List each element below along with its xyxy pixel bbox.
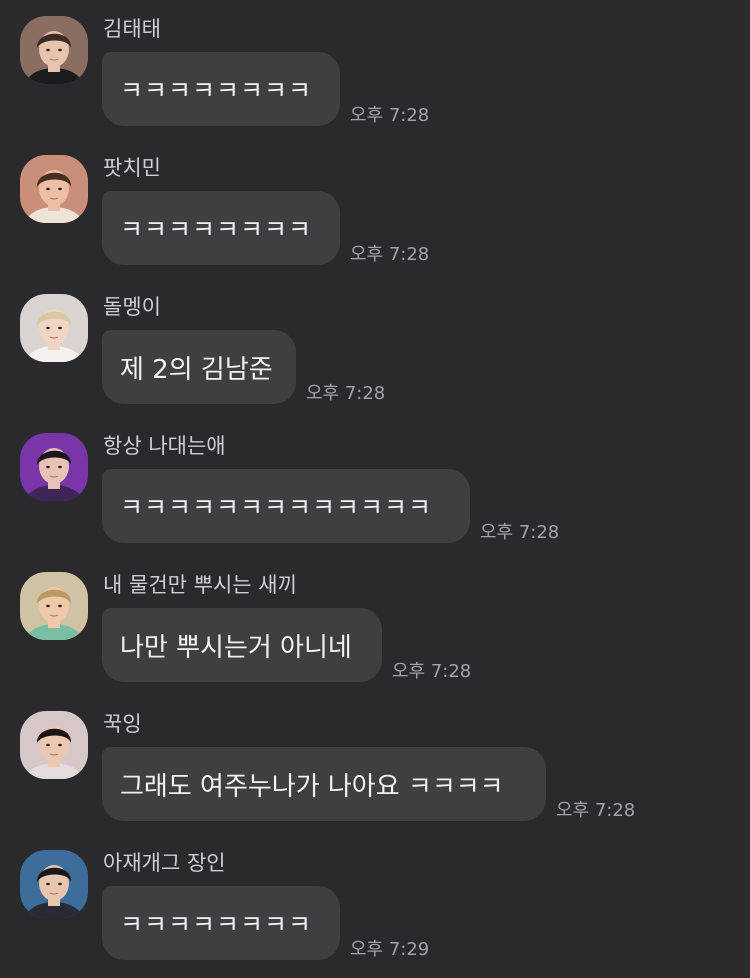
message-timestamp: 오후 7:28 (480, 522, 560, 543)
message-timestamp: 오후 7:28 (350, 244, 430, 265)
avatar[interactable] (20, 433, 88, 501)
message-row: 그래도 여주누나가 나아요 ㅋㅋㅋㅋ 오후 7:28 (102, 747, 635, 821)
message-bubble[interactable]: 나만 뿌시는거 아니네 (102, 608, 382, 682)
message-bubble[interactable]: ㅋㅋㅋㅋㅋㅋㅋㅋㅋㅋㅋㅋㅋ (102, 469, 470, 543)
message-bubble[interactable]: 제 2의 김남준 (102, 330, 296, 404)
message-timestamp: 오후 7:29 (350, 939, 430, 960)
message-bubble[interactable]: 그래도 여주누나가 나아요 ㅋㅋㅋㅋ (102, 747, 546, 821)
avatar[interactable] (20, 16, 88, 84)
message-row: ㅋㅋㅋㅋㅋㅋㅋㅋㅋㅋㅋㅋㅋ 오후 7:28 (102, 469, 559, 543)
chat-message: 꾹잉 그래도 여주누나가 나아요 ㅋㅋㅋㅋ 오후 7:28 (0, 695, 750, 834)
avatar[interactable] (20, 850, 88, 918)
chat-message: 아재개그 장인 ㅋㅋㅋㅋㅋㅋㅋㅋ 오후 7:29 (0, 834, 750, 973)
avatar[interactable] (20, 155, 88, 223)
message-timestamp: 오후 7:28 (392, 661, 472, 682)
sender-name: 항상 나대는애 (103, 434, 226, 458)
message-row: 나만 뿌시는거 아니네 오후 7:28 (102, 608, 471, 682)
message-row: 제 2의 김남준 오후 7:28 (102, 330, 385, 404)
avatar[interactable] (20, 711, 88, 779)
sender-name: 아재개그 장인 (103, 851, 226, 875)
profile-photo (20, 294, 88, 362)
chat-message: 내 물건만 뿌시는 새끼 나만 뿌시는거 아니네 오후 7:28 (0, 556, 750, 695)
chat-message: 팟치민 ㅋㅋㅋㅋㅋㅋㅋㅋ 오후 7:28 (0, 139, 750, 278)
chat-message: 김태태 ㅋㅋㅋㅋㅋㅋㅋㅋ 오후 7:28 (0, 0, 750, 139)
avatar[interactable] (20, 294, 88, 362)
message-bubble[interactable]: ㅋㅋㅋㅋㅋㅋㅋㅋ (102, 52, 340, 126)
message-row: ㅋㅋㅋㅋㅋㅋㅋㅋ 오후 7:29 (102, 886, 429, 960)
profile-photo (20, 16, 88, 84)
sender-name: 꾹잉 (103, 712, 142, 736)
message-bubble[interactable]: ㅋㅋㅋㅋㅋㅋㅋㅋ (102, 191, 340, 265)
chat-message: 항상 나대는애 ㅋㅋㅋㅋㅋㅋㅋㅋㅋㅋㅋㅋㅋ 오후 7:28 (0, 417, 750, 556)
sender-name: 돌멩이 (103, 295, 161, 319)
profile-photo (20, 572, 88, 640)
message-timestamp: 오후 7:28 (306, 383, 386, 404)
sender-name: 팟치민 (103, 156, 161, 180)
message-row: ㅋㅋㅋㅋㅋㅋㅋㅋ 오후 7:28 (102, 191, 429, 265)
chat-message: 돌멩이 제 2의 김남준 오후 7:28 (0, 278, 750, 417)
profile-photo (20, 850, 88, 918)
message-timestamp: 오후 7:28 (350, 105, 430, 126)
sender-name: 내 물건만 뿌시는 새끼 (103, 573, 297, 597)
profile-photo (20, 155, 88, 223)
profile-photo (20, 711, 88, 779)
chat-message-list[interactable]: 김태태 ㅋㅋㅋㅋㅋㅋㅋㅋ 오후 7:28 팟치민 ㅋㅋㅋㅋㅋㅋㅋㅋ 오후 7:2… (0, 0, 750, 978)
message-bubble[interactable]: ㅋㅋㅋㅋㅋㅋㅋㅋ (102, 886, 340, 960)
message-row: ㅋㅋㅋㅋㅋㅋㅋㅋ 오후 7:28 (102, 52, 429, 126)
avatar[interactable] (20, 572, 88, 640)
message-timestamp: 오후 7:28 (556, 800, 636, 821)
sender-name: 김태태 (103, 17, 161, 41)
profile-photo (20, 433, 88, 501)
